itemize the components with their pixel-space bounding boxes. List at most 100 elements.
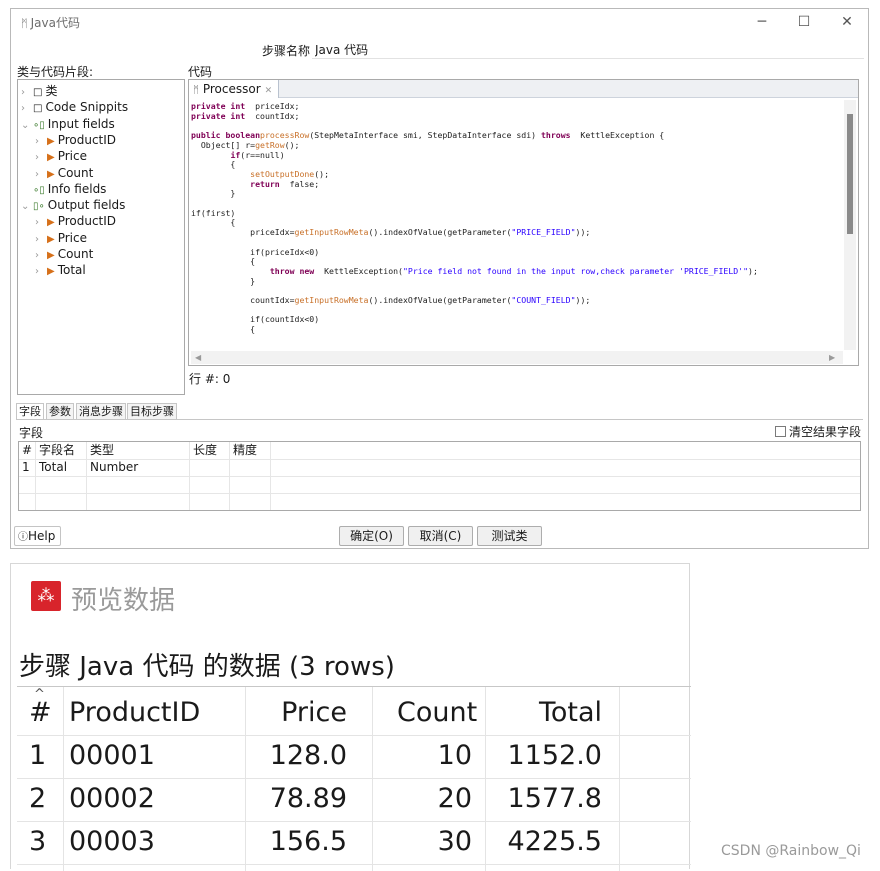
vertical-scrollbar[interactable] xyxy=(844,100,856,350)
preview-header-total[interactable]: Total xyxy=(482,692,602,734)
fields-panel: 字段 清空结果字段 # 字段名 类型 长度 精度 1 Total Number xyxy=(16,419,863,522)
expander-icon[interactable]: ⌄ xyxy=(21,118,33,134)
preview-cell-count[interactable]: 10 xyxy=(397,735,472,777)
cell-col-field-name[interactable]: Total xyxy=(36,459,67,476)
code-label: 代码 xyxy=(188,65,213,79)
tab-target-steps[interactable]: 目标步骤 xyxy=(127,403,177,419)
help-label: Help xyxy=(28,529,56,543)
preview-row-divider xyxy=(17,864,691,865)
code-token: KettleException { xyxy=(570,130,665,141)
cancel-button[interactable]: 取消(C) xyxy=(408,526,473,546)
code-token: )); xyxy=(575,227,591,238)
close-button[interactable]: ✕ xyxy=(833,12,861,32)
header-col-field-name[interactable]: 字段名 xyxy=(36,442,75,459)
code-token: getInputRowMeta xyxy=(294,295,369,305)
tree-item-label: Price xyxy=(57,230,87,245)
tree-item[interactable]: › ▶ Count xyxy=(35,246,93,262)
tab-fields[interactable]: 字段 xyxy=(16,403,44,419)
tree-item[interactable]: › ▶ Total xyxy=(35,262,86,278)
tree-item-label: Input fields xyxy=(47,116,115,131)
preview-cell-product-id[interactable]: 00001 xyxy=(69,735,155,777)
test-class-button[interactable]: 测试类 xyxy=(477,526,542,546)
header-col-num[interactable]: # xyxy=(19,442,32,459)
help-icon: ⓘ xyxy=(18,532,28,543)
tab-close-icon[interactable]: ✕ xyxy=(265,86,273,96)
expander-icon[interactable]: ⌄ xyxy=(21,199,33,215)
preview-cell-count[interactable]: 20 xyxy=(397,778,472,820)
java-code-dialog: ᛗJava代码 ─ ☐ ✕ 步骤名称 类与代码片段: 代码 ›□类›□Code … xyxy=(10,8,869,549)
step-name-input[interactable] xyxy=(312,40,864,59)
header-col-type[interactable]: 类型 xyxy=(87,442,114,459)
code-token: } xyxy=(191,188,236,199)
fields-label: 字段 xyxy=(19,426,44,440)
cell-col-type[interactable]: Number xyxy=(87,459,138,476)
code-area[interactable]: private int priceIdx; private int countId… xyxy=(191,102,841,350)
code-token: KettleException( xyxy=(314,265,403,276)
preview-cell-total[interactable]: 1577.8 xyxy=(482,778,602,820)
tab-parameters[interactable]: 参数 xyxy=(46,403,74,419)
header-col-precision[interactable]: 精度 xyxy=(230,442,257,459)
preview-cell-product-id[interactable]: 00003 xyxy=(69,821,155,863)
scroll-left-icon[interactable]: ◀ xyxy=(195,353,201,362)
row-divider xyxy=(19,476,860,477)
code-line: countIdx=getInputRowMeta().indexOfValue(… xyxy=(191,295,590,306)
code-token: { xyxy=(191,256,256,267)
code-token: (); xyxy=(314,168,330,179)
code-token: (); xyxy=(284,139,300,150)
scroll-right-icon[interactable]: ▶ xyxy=(829,353,835,362)
tree-item[interactable]: › ▶ ProductID xyxy=(35,213,116,229)
preview-header-product-id[interactable]: ProductID xyxy=(69,692,200,734)
header-col-length[interactable]: 长度 xyxy=(190,442,217,459)
preview-cell-product-id[interactable]: 00002 xyxy=(69,778,155,820)
preview-column-divider xyxy=(245,687,246,871)
preview-cell-num[interactable]: 2 xyxy=(29,778,46,820)
clear-results-checkbox[interactable]: 清空结果字段 xyxy=(774,423,861,440)
preview-cell-num[interactable]: 3 xyxy=(29,821,46,863)
preview-column-divider xyxy=(372,687,373,871)
preview-cell-count[interactable]: 30 xyxy=(397,821,472,863)
vertical-scroll-thumb[interactable] xyxy=(847,114,853,234)
cell-col-num[interactable]: 1 xyxy=(19,459,30,476)
cell-col-length[interactable] xyxy=(190,459,193,476)
watermark: CSDN @Rainbow_Qi xyxy=(721,843,861,859)
code-token: ().indexOfValue(getParameter( xyxy=(368,295,512,305)
tree-item[interactable]: › ▶ ProductID xyxy=(35,132,116,148)
help-button[interactable]: ⓘHelp xyxy=(14,526,61,546)
minimize-button[interactable]: ─ xyxy=(748,12,776,32)
tree-item[interactable]: › ▶ Price xyxy=(35,148,87,164)
preview-column-divider xyxy=(63,687,64,871)
code-token: "COUNT_FIELD" xyxy=(511,295,576,305)
triangle-icon: ▶ xyxy=(47,266,55,278)
tree-item[interactable]: ⌄ ∘▯ Input fields xyxy=(21,116,115,132)
checkbox-icon[interactable] xyxy=(774,426,786,437)
tree-item[interactable]: › ▶ Count xyxy=(35,165,93,181)
tree-item-label: Info fields xyxy=(47,181,107,196)
tab-processor[interactable]: ᛗ Processor ✕ xyxy=(189,80,280,98)
code-token: ); xyxy=(748,265,758,276)
horizontal-scrollbar[interactable]: ◀ ▶ xyxy=(191,351,843,364)
code-token: processRow xyxy=(260,130,310,141)
preview-column-divider xyxy=(485,687,486,871)
expander-icon[interactable]: › xyxy=(35,264,47,280)
cell-col-precision[interactable] xyxy=(230,459,233,476)
dialog-titlebar: ᛗ Java代码 ─ ☐ ✕ xyxy=(11,9,868,35)
preview-header-num[interactable]: # xyxy=(29,692,52,734)
preview-cell-total[interactable]: 4225.5 xyxy=(482,821,602,863)
tab-info-steps[interactable]: 消息步骤 xyxy=(76,403,126,419)
tree-item[interactable]: ∘▯ Info fields xyxy=(21,181,106,197)
tree-item[interactable]: › ▶ Price xyxy=(35,230,87,246)
ok-button[interactable]: 确定(O) xyxy=(339,526,404,546)
row-indicator: 行 #: 0 xyxy=(189,372,231,386)
java-icon: ᛗ xyxy=(21,17,28,30)
preview-header-count[interactable]: Count xyxy=(397,692,477,734)
code-token: countIdx= xyxy=(191,295,295,305)
tree-item[interactable]: ⌄ ▯∘ Output fields xyxy=(21,197,125,213)
tree-item[interactable]: › □ Code Snippits xyxy=(21,99,128,115)
preview-cell-total[interactable]: 1152.0 xyxy=(482,735,602,777)
preview-cell-num[interactable]: 1 xyxy=(29,735,46,777)
tree-item[interactable]: › □ 类 xyxy=(21,83,57,99)
code-token: (r==null) xyxy=(240,149,285,160)
maximize-button[interactable]: ☐ xyxy=(790,12,818,32)
preview-column-divider xyxy=(619,687,620,871)
